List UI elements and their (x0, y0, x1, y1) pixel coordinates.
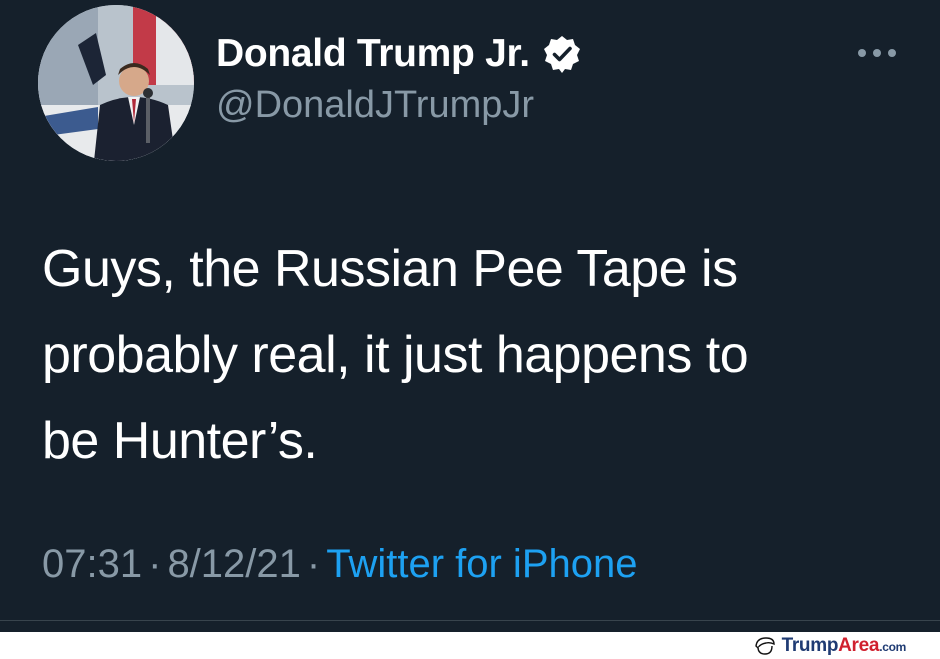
user-handle[interactable]: @DonaldJTrumpJr (216, 84, 534, 127)
divider (0, 620, 940, 621)
trump-hair-logo-icon (754, 637, 775, 655)
dot (888, 49, 896, 57)
tweet-body: Guys, the Russian Pee Tape is probably r… (42, 226, 922, 484)
screenshot-frame: Donald Trump Jr. @DonaldJTrumpJr Guys, t… (0, 0, 940, 659)
more-options-icon[interactable] (858, 46, 896, 60)
tweet-text-line: be Hunter’s. (42, 412, 318, 470)
avatar-photo (38, 5, 194, 161)
meta-separator: · (148, 542, 162, 586)
dot (873, 49, 881, 57)
display-name[interactable]: Donald Trump Jr. (216, 32, 530, 76)
watermark: TrumpArea.com (754, 635, 906, 657)
tweet-card: Donald Trump Jr. @DonaldJTrumpJr Guys, t… (0, 0, 940, 632)
tweet-time[interactable]: 07:31 (42, 542, 142, 586)
watermark-part1: Trump (781, 635, 839, 656)
meta-separator: · (306, 542, 321, 586)
tweet-text-line: Guys, the Russian Pee Tape is (42, 240, 738, 298)
author-row: Donald Trump Jr. (216, 30, 582, 78)
tweet-meta: 07:31 · 8/12/21 · Twitter for iPhone (42, 542, 637, 587)
watermark-part3: .com (879, 640, 906, 654)
tweet-source-link[interactable]: Twitter for iPhone (326, 542, 637, 586)
tweet-date[interactable]: 8/12/21 (167, 542, 300, 586)
tweet-text-line: probably real, it just happens to (42, 326, 749, 384)
watermark-part2: Area (838, 635, 880, 656)
verified-badge-icon (543, 36, 580, 73)
avatar[interactable] (38, 5, 194, 161)
dot (858, 49, 866, 57)
watermark-text: TrumpArea.com (781, 635, 907, 657)
